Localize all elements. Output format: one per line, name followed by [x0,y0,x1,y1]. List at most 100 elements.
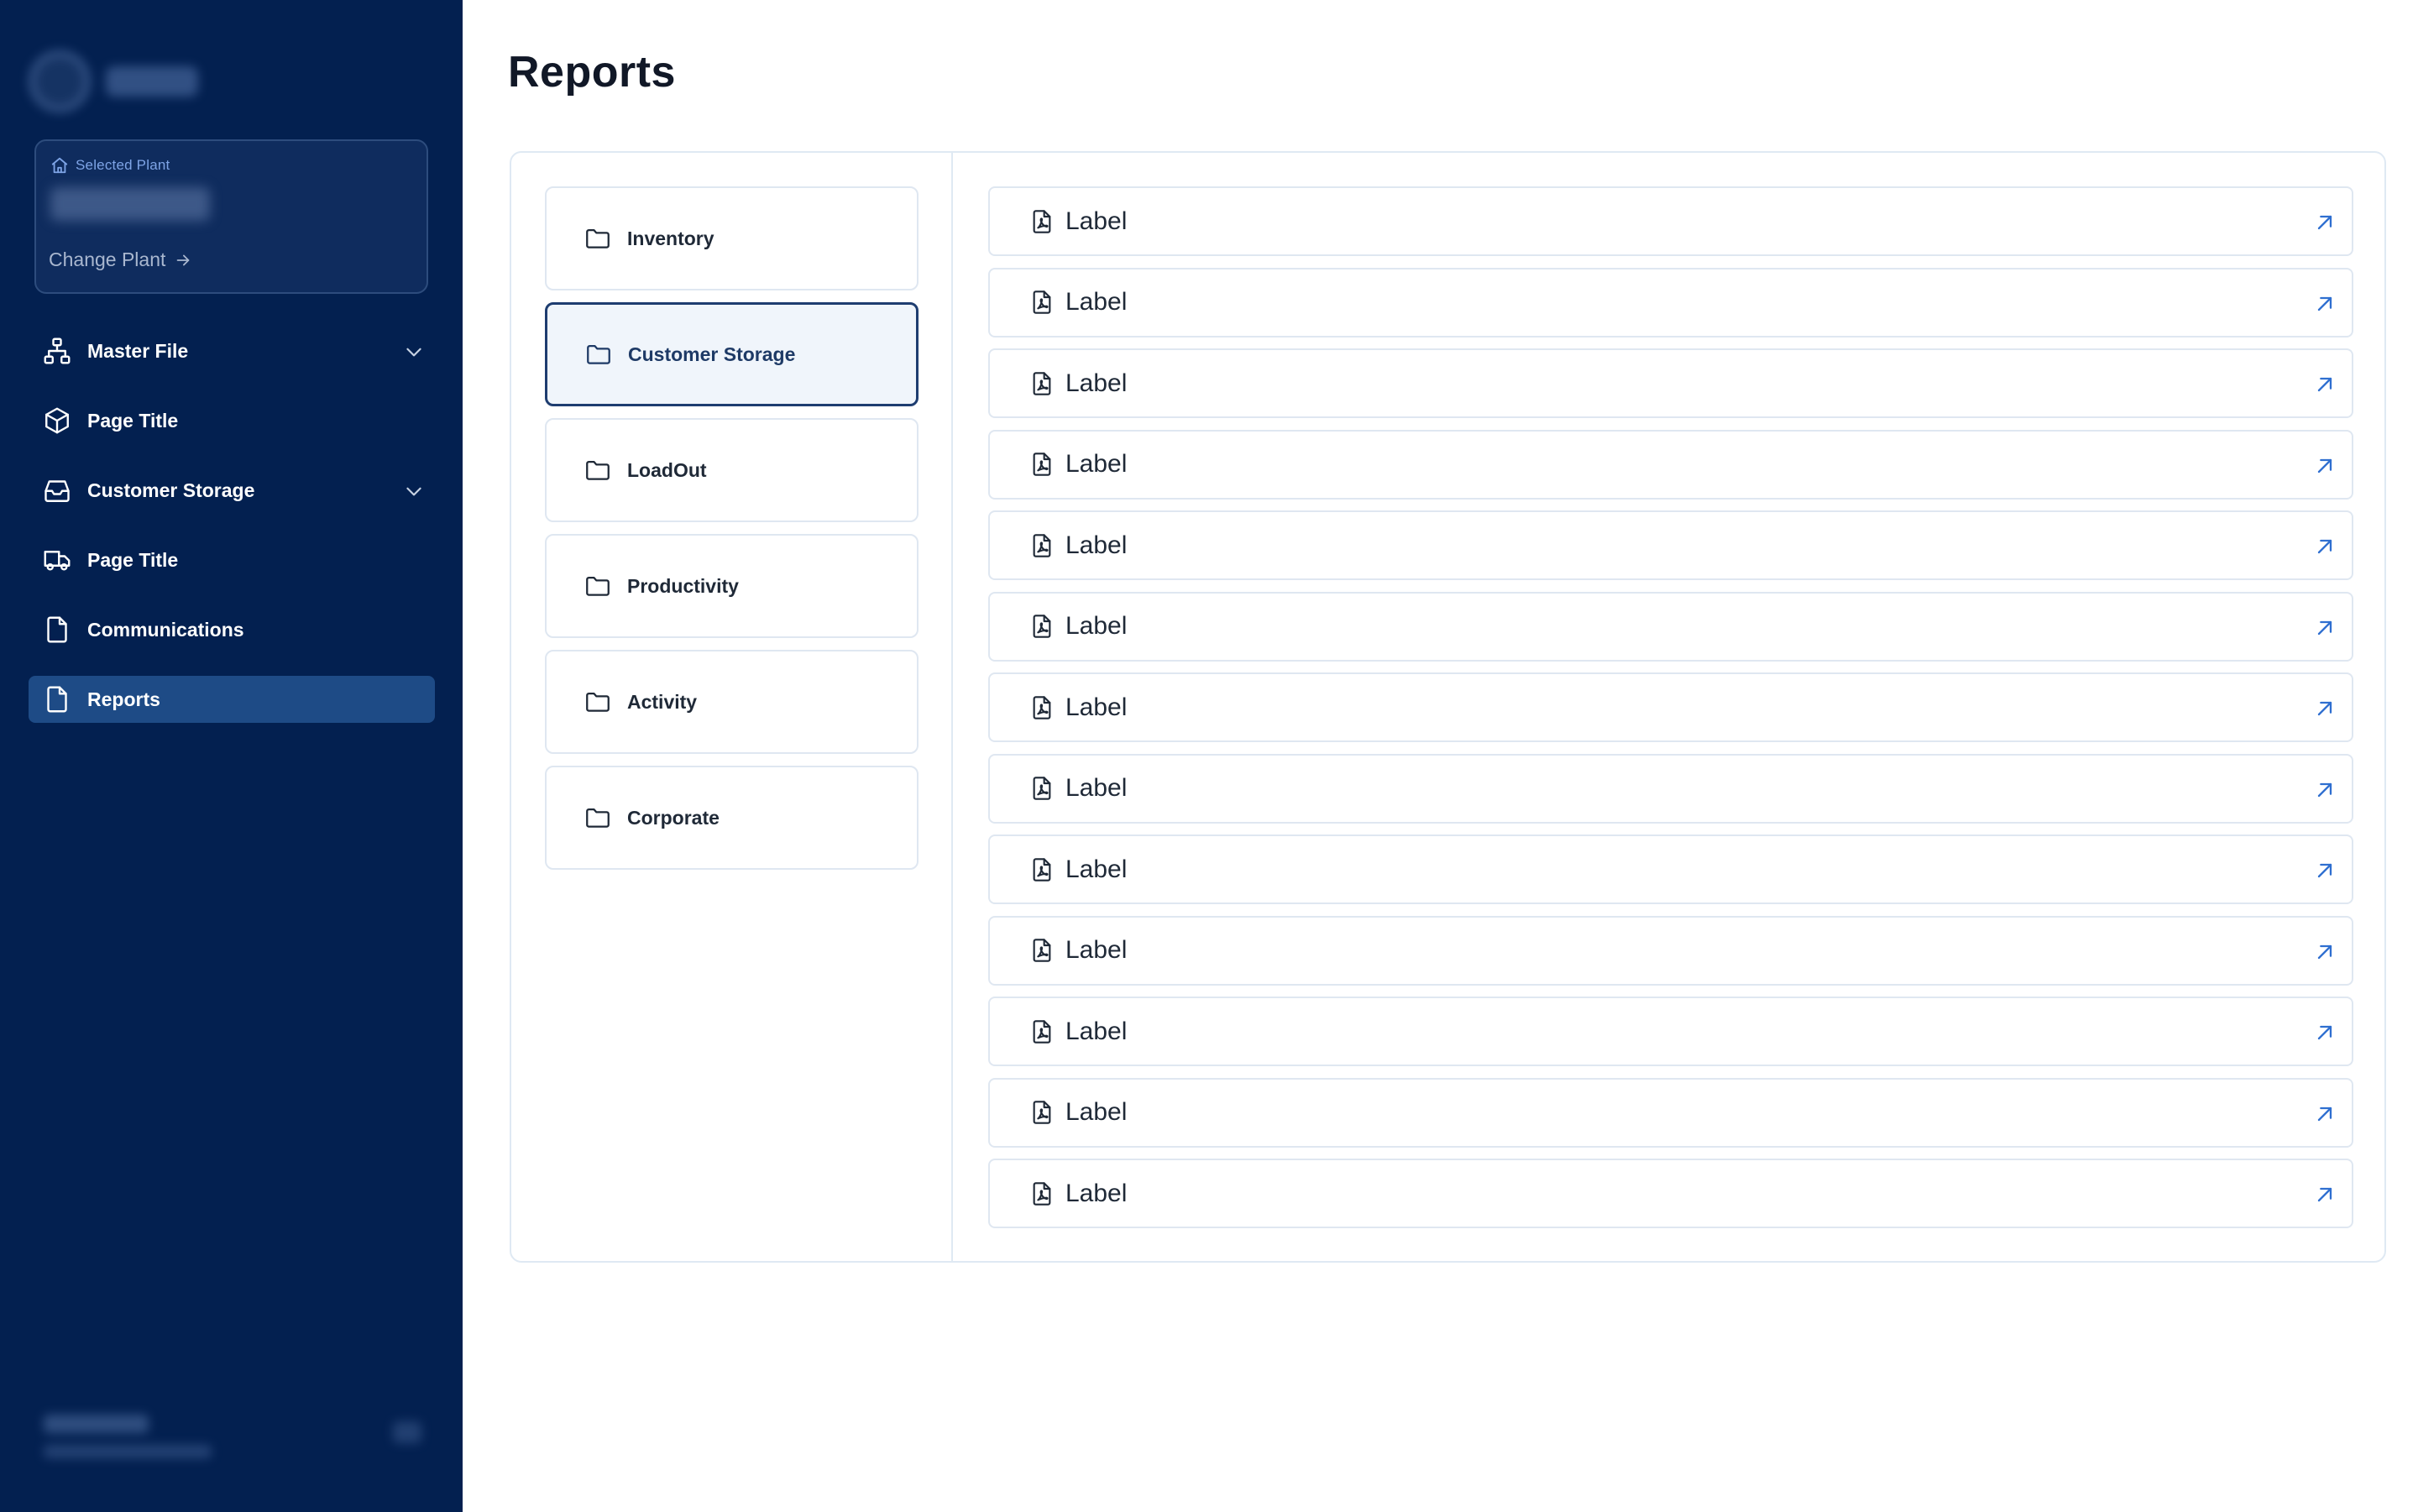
folder-label: LoadOut [627,458,707,481]
folder-icon [586,228,610,249]
open-external-icon[interactable] [2313,940,2337,964]
report-label: Label [1065,1017,1128,1045]
report-label: Label [1065,369,1128,397]
report-row[interactable]: Label [988,267,2353,337]
sidebar: Selected Plant Change Plant Master File … [0,0,463,1512]
report-row[interactable]: Label [988,591,2353,662]
sidebar-item-customer-storage[interactable]: Customer Storage [29,467,435,514]
folder-loadout[interactable]: LoadOut [545,418,919,522]
folder-label: Productivity [627,574,739,597]
open-external-icon[interactable] [2313,292,2337,316]
panel-divider [951,153,953,1261]
pdf-file-icon [1033,615,1051,638]
folder-corporate[interactable]: Corporate [545,766,919,870]
report-list: Label Label Label Label Label Label Label Label… [988,186,2353,1240]
report-label: Label [1065,531,1128,559]
report-row[interactable]: Label [988,753,2353,824]
open-external-icon[interactable] [2313,454,2337,478]
folder-customer-storage[interactable]: Customer Storage [545,302,919,406]
folder-icon [587,344,610,364]
folder-activity[interactable]: Activity [545,650,919,754]
sidebar-item-communications[interactable]: Communications [29,606,435,653]
box-icon [45,407,69,434]
report-row[interactable]: Label [988,672,2353,742]
report-label: Label [1065,450,1128,478]
change-plant-label: Change Plant [49,249,166,270]
pdf-file-icon [1033,1019,1051,1044]
folder-icon [586,808,610,828]
report-row[interactable]: Label [988,834,2353,904]
report-row[interactable]: Label [988,1159,2353,1228]
selected-plant-value [50,187,210,221]
sidebar-item-page-title-1[interactable]: Page Title [29,397,435,444]
pdf-file-icon [1033,695,1051,719]
user-profile[interactable] [44,1415,438,1482]
report-row[interactable]: Label [988,1077,2353,1148]
folder-productivity[interactable]: Productivity [545,534,919,638]
open-external-icon[interactable] [2313,373,2337,396]
report-row[interactable]: Label [988,429,2353,500]
sidebar-item-reports[interactable]: Reports [29,676,435,723]
user-name [44,1415,149,1433]
sidebar-nav: Master File Page Title Customer Storage … [29,327,435,746]
user-email [44,1445,212,1458]
report-label: Label [1065,693,1128,721]
open-external-icon[interactable] [2313,1183,2337,1206]
report-row[interactable]: Label [988,348,2353,418]
open-external-icon[interactable] [2313,211,2337,234]
file-icon [47,616,67,643]
pdf-file-icon [1033,1181,1051,1206]
report-folder-list: Inventory Customer Storage LoadOut Produ… [545,186,919,882]
logout-icon[interactable] [393,1421,421,1443]
sidebar-item-label: Communications [87,618,244,641]
sidebar-item-page-title-2[interactable]: Page Title [29,536,435,583]
sidebar-item-label: Page Title [87,409,179,432]
report-label: Label [1065,1098,1128,1126]
page-title: Reports [508,48,676,97]
open-external-icon[interactable] [2313,1021,2337,1044]
reports-panel: Inventory Customer Storage LoadOut Produ… [510,151,2386,1263]
change-plant-link[interactable]: Change Plant [49,249,192,271]
arrow-right-icon [177,254,190,265]
selected-plant-header: Selected Plant [50,156,170,175]
folder-icon [586,576,610,596]
open-external-icon[interactable] [2313,535,2337,558]
open-external-icon[interactable] [2313,616,2337,640]
open-external-icon[interactable] [2313,778,2337,802]
selected-plant-card: Selected Plant Change Plant [34,139,428,294]
folder-icon [586,692,610,712]
chevron-down-icon[interactable] [403,480,425,502]
folder-label: Activity [627,690,698,713]
open-external-icon[interactable] [2313,859,2337,882]
sidebar-item-label: Master File [87,339,189,362]
sidebar-item-label: Page Title [87,548,179,571]
chevron-down-icon[interactable] [403,341,425,363]
open-external-icon[interactable] [2313,1102,2337,1126]
sidebar-item-label: Customer Storage [87,479,255,501]
report-row[interactable]: Label [988,997,2353,1066]
folder-inventory[interactable]: Inventory [545,186,919,290]
folder-icon [586,460,610,480]
folder-label: Customer Storage [628,343,796,365]
report-row[interactable]: Label [988,510,2353,580]
report-label: Label [1065,774,1128,802]
pdf-file-icon [1033,371,1051,395]
open-external-icon[interactable] [2313,697,2337,720]
report-label: Label [1065,288,1128,316]
selected-plant-label: Selected Plant [76,157,170,173]
pdf-file-icon [1033,290,1051,314]
pdf-file-icon [1033,777,1051,800]
report-label: Label [1065,936,1128,964]
inbox-icon [44,480,70,502]
report-label: Label [1065,612,1128,640]
pdf-file-icon [1033,939,1051,962]
truck-icon [44,551,71,571]
sidebar-item-master-file[interactable]: Master File [29,327,435,374]
folder-label: Inventory [627,227,714,249]
sidebar-item-label: Reports [87,688,160,710]
sitemap-icon [44,337,71,364]
report-row[interactable]: Label [988,915,2353,986]
pdf-file-icon [1033,533,1051,557]
report-row[interactable]: Label [988,186,2353,256]
file-icon [47,686,67,713]
